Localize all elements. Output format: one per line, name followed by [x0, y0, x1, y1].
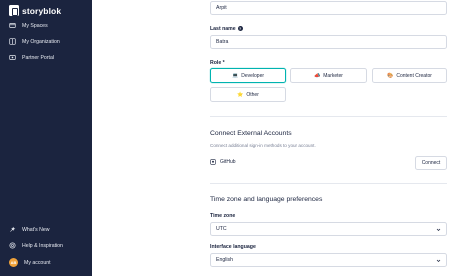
palette-icon: 🎨 [387, 72, 394, 79]
last-name-label: Last name? [210, 26, 243, 32]
preferences-title: Time zone and language preferences [210, 196, 323, 203]
sidebar-item-label: My account [24, 259, 51, 266]
role-marketer-button[interactable]: 📣 Marketer [290, 68, 367, 83]
laptop-icon: 💻 [231, 72, 239, 79]
external-accounts-title: Connect External Accounts [210, 130, 292, 137]
avatar: AB [9, 258, 18, 267]
role-label-text: Other [246, 91, 259, 98]
brand[interactable]: storyblok [9, 5, 61, 16]
role-label-text: Developer [241, 72, 265, 79]
language-label: Interface language [210, 244, 256, 250]
storyblok-logo-icon [9, 5, 19, 16]
first-name-input[interactable]: Arpit [210, 1, 447, 15]
language-select[interactable]: English [210, 253, 447, 267]
chevron-down-icon [436, 259, 441, 263]
language-value: English [216, 257, 234, 263]
role-developer-button[interactable]: 💻 Developer [210, 68, 286, 83]
external-accounts-subtitle: Connect additional sign-in methods to yo… [210, 143, 316, 148]
sidebar-item-label: My Spaces [22, 22, 48, 29]
timezone-label: Time zone [210, 213, 236, 219]
sidebar-item-whats-new[interactable]: What's New [9, 226, 50, 233]
role-content-creator-button[interactable]: 🎨 Content Creator [372, 68, 447, 83]
app-root: storyblok My Spaces My Organization Part… [0, 0, 474, 276]
sidebar: storyblok My Spaces My Organization Part… [0, 0, 92, 276]
sidebar-item-partner-portal[interactable]: Partner Portal [9, 54, 54, 61]
github-icon [210, 159, 216, 165]
last-name-value: Batra [216, 39, 229, 45]
sidebar-item-my-account[interactable]: AB My account [9, 258, 51, 267]
role-other-button[interactable]: ⭐ Other [210, 87, 286, 102]
help-icon [9, 242, 16, 249]
github-row: GitHub [210, 159, 236, 165]
partner-portal-icon [9, 55, 16, 60]
sidebar-item-label: What's New [22, 226, 50, 233]
chevron-down-icon [436, 228, 441, 232]
role-label-text: Marketer [323, 72, 343, 79]
sidebar-item-my-organization[interactable]: My Organization [9, 38, 60, 45]
role-label: Role * [210, 60, 225, 66]
connect-github-button[interactable]: Connect [415, 156, 447, 170]
first-name-value: Arpit [216, 5, 227, 11]
timezone-select[interactable]: UTC [210, 222, 447, 236]
sidebar-item-help-inspiration[interactable]: Help & Inspiration [9, 242, 63, 249]
section-divider [210, 183, 447, 184]
sidebar-item-my-spaces[interactable]: My Spaces [9, 22, 48, 29]
section-divider [210, 116, 447, 117]
github-label: GitHub [220, 159, 236, 165]
organization-icon [9, 38, 16, 45]
megaphone-icon: 📣 [314, 72, 321, 79]
sparkle-icon [10, 226, 16, 232]
role-label-text: Content Creator [396, 72, 432, 79]
sidebar-item-label: My Organization [22, 38, 60, 45]
star-icon: ⭐ [237, 91, 244, 98]
main-content: Arpit Last name? Batra Role * 💻 Develope… [92, 0, 474, 276]
sidebar-item-label: Help & Inspiration [22, 242, 63, 249]
brand-name: storyblok [22, 5, 62, 16]
question-mark-icon[interactable]: ? [237, 26, 243, 32]
timezone-value: UTC [216, 226, 227, 232]
sidebar-item-label: Partner Portal [22, 54, 55, 61]
last-name-input[interactable]: Batra [210, 35, 447, 49]
spaces-icon [9, 23, 16, 28]
